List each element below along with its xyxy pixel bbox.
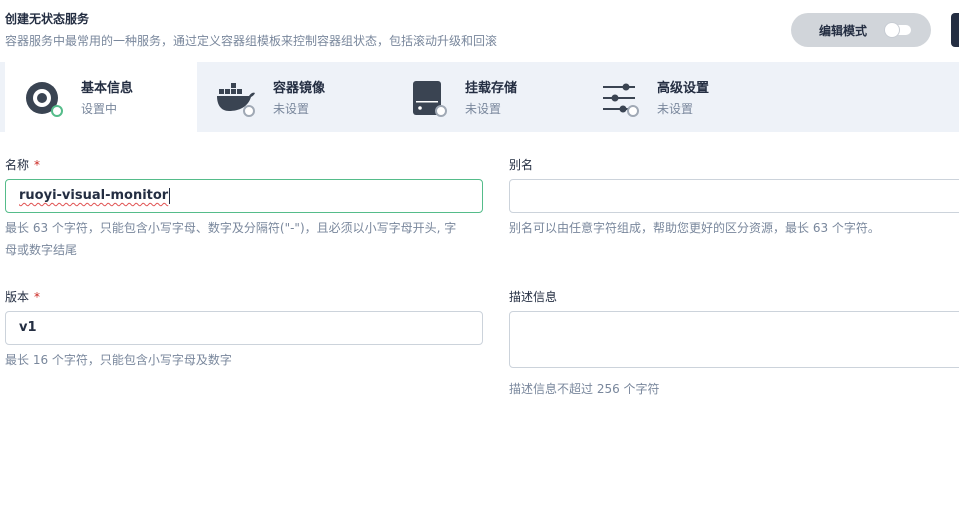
- step-mount-storage[interactable]: 挂载存储 未设置: [389, 62, 581, 132]
- page-description: 容器服务中最常用的一种服务，通过定义容器组模板来控制容器组状态，包括滚动升级和回…: [5, 34, 498, 48]
- toggle-switch-icon: [885, 23, 911, 37]
- step-name: 容器镜像: [273, 81, 326, 96]
- name-hint-line2: 母或数字结尾: [5, 243, 78, 257]
- step-name: 挂载存储: [465, 81, 518, 96]
- step-status: 未设置: [465, 102, 502, 116]
- step-container-image[interactable]: 容器镜像 未设置: [197, 62, 389, 132]
- page-header: 创建无状态服务 容器服务中最常用的一种服务，通过定义容器组模板来控制容器组状态，…: [0, 0, 959, 62]
- step-status: 未设置: [657, 102, 694, 116]
- alias-input[interactable]: [509, 179, 959, 213]
- description-field-label: 描述信息: [509, 290, 558, 304]
- description-hint: 描述信息不超过 256 个字符: [509, 382, 660, 396]
- version-input[interactable]: v1: [5, 311, 483, 345]
- name-label-text: 名称: [5, 158, 30, 172]
- step-advanced-settings[interactable]: 高级设置 未设置: [581, 62, 773, 132]
- step-status-dot: [243, 105, 255, 117]
- step-status-dot: [627, 105, 639, 117]
- step-basic-info[interactable]: 基本信息 设置中: [5, 62, 197, 132]
- name-hint-line1: 最长 63 个字符，只能包含小写字母、数字及分隔符("-")，且必须以小写字母开…: [5, 221, 457, 235]
- version-field-label: 版本 *: [5, 288, 40, 305]
- step-status-dot: [435, 105, 447, 117]
- wizard-steps: 基本信息 设置中 容器镜像 未设置 挂载存储 未设置 高级设置 未设置: [0, 62, 959, 132]
- alias-field-label: 别名: [509, 158, 534, 172]
- text-caret: [169, 187, 171, 204]
- required-mark: *: [34, 290, 41, 304]
- step-name: 高级设置: [657, 81, 710, 96]
- version-hint: 最长 16 个字符，只能包含小写字母及数字: [5, 353, 232, 367]
- alias-hint: 别名可以由任意字符组成，帮助您更好的区分资源，最长 63 个字符。: [509, 221, 880, 235]
- version-label-text: 版本: [5, 290, 30, 304]
- name-input-value: ruoyi-visual-monitor: [19, 188, 169, 203]
- description-textarea[interactable]: [509, 311, 959, 368]
- close-button[interactable]: [951, 13, 959, 47]
- edit-mode-label: 编辑模式: [819, 23, 868, 38]
- name-hint: 最长 63 个字符，只能包含小写字母、数字及分隔符("-")，且必须以小写字母开…: [5, 217, 490, 261]
- required-mark: *: [34, 158, 41, 172]
- step-name: 基本信息: [81, 81, 134, 96]
- step-status-dot: [51, 105, 63, 117]
- page-title: 创建无状态服务: [5, 12, 90, 26]
- step-status: 设置中: [81, 102, 118, 116]
- step-status: 未设置: [273, 102, 310, 116]
- name-input[interactable]: ruoyi-visual-monitor: [5, 179, 483, 213]
- edit-mode-toggle-button[interactable]: 编辑模式: [791, 13, 931, 47]
- name-field-label: 名称 *: [5, 156, 40, 173]
